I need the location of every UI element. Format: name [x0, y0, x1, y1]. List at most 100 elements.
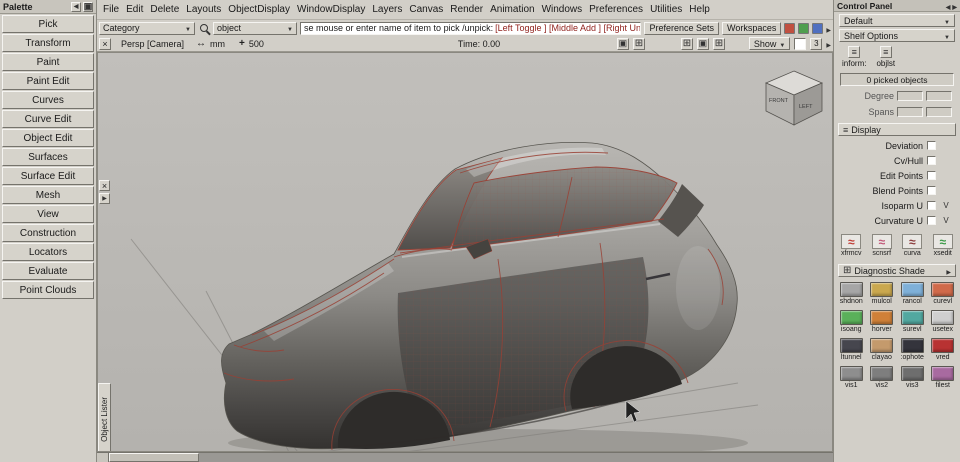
- toolbar-overflow-icon[interactable]: [826, 19, 831, 37]
- inform-shelf-item[interactable]: inform:: [842, 46, 866, 68]
- diagnostic-expand-icon[interactable]: [946, 266, 951, 276]
- camera-label[interactable]: Persp [Camera]: [121, 39, 184, 49]
- palette-item-pick[interactable]: Pick: [2, 15, 94, 33]
- object-lister-tab[interactable]: Object Lister: [98, 383, 111, 451]
- layout-split-icon[interactable]: [712, 37, 725, 50]
- tool-xfrmcv[interactable]: xfrmcv: [836, 232, 867, 259]
- shader-vis2[interactable]: vis2: [867, 363, 898, 391]
- palette-item-paint[interactable]: Paint: [2, 53, 94, 71]
- snap-curve-icon[interactable]: [798, 22, 810, 34]
- frame-count-box[interactable]: 3: [810, 37, 823, 50]
- menu-windows[interactable]: Windows: [542, 4, 583, 15]
- shader-horver[interactable]: horver: [867, 307, 898, 335]
- shelf-options-dropdown[interactable]: Shelf Options: [839, 29, 955, 42]
- viewbar-overflow-icon[interactable]: [826, 39, 831, 49]
- curvature-v-toggle[interactable]: V: [936, 216, 956, 225]
- control-panel-titlebar[interactable]: Control Panel: [834, 0, 960, 12]
- scrollbar-thumb[interactable]: [109, 453, 199, 462]
- tool-xsedit[interactable]: xsedit: [928, 232, 959, 259]
- layout-single-icon[interactable]: [680, 37, 693, 50]
- isoparm-u-checkbox[interactable]: [927, 201, 936, 210]
- palette-item-evaluate[interactable]: Evaluate: [2, 262, 94, 280]
- degree-field-u[interactable]: [897, 90, 923, 101]
- curvature-u-checkbox[interactable]: [927, 216, 936, 225]
- pane-close-icon[interactable]: [99, 180, 110, 191]
- show-menu-button[interactable]: Show: [748, 37, 791, 50]
- panel-prev-icon[interactable]: [946, 1, 951, 11]
- menu-canvas[interactable]: Canvas: [409, 4, 443, 15]
- palette-item-curves[interactable]: Curves: [2, 91, 94, 109]
- object-combo[interactable]: object: [213, 21, 297, 35]
- palette-item-transform[interactable]: Transform: [2, 34, 94, 52]
- display-section-header[interactable]: Display: [838, 123, 956, 136]
- shader-isoang[interactable]: isoang: [836, 307, 867, 335]
- objlst-shelf-item[interactable]: objlst: [876, 46, 895, 68]
- edit-points-checkbox[interactable]: [927, 171, 936, 180]
- layout-quad-icon[interactable]: [696, 37, 709, 50]
- palette-item-surface-edit[interactable]: Surface Edit: [2, 167, 94, 185]
- palette-item-view[interactable]: View: [2, 205, 94, 223]
- menu-utilities[interactable]: Utilities: [650, 4, 682, 15]
- view-cube[interactable]: FRONT LEFT: [764, 70, 824, 126]
- menu-windowdisplay[interactable]: WindowDisplay: [297, 4, 365, 15]
- palette-item-locators[interactable]: Locators: [2, 243, 94, 261]
- shader-ophote[interactable]: :ophote: [897, 335, 928, 363]
- shader-ltunnel[interactable]: ltunnel: [836, 335, 867, 363]
- tool-curva[interactable]: curva: [897, 232, 928, 259]
- palette-item-object-edit[interactable]: Object Edit: [2, 129, 94, 147]
- perspective-viewport[interactable]: Object Lister: [97, 52, 833, 452]
- workspaces-button[interactable]: Workspaces: [722, 21, 782, 35]
- menu-help[interactable]: Help: [689, 4, 710, 15]
- palette-item-construction[interactable]: Construction: [2, 224, 94, 242]
- shader-surevl[interactable]: surevl: [897, 307, 928, 335]
- horizontal-scrollbar[interactable]: [97, 452, 833, 462]
- menu-file[interactable]: File: [103, 4, 119, 15]
- preset-dropdown[interactable]: Default: [839, 14, 955, 27]
- frame-box-icon[interactable]: [794, 37, 807, 50]
- search-icon[interactable]: [200, 24, 208, 32]
- diagnostic-shade-header[interactable]: Diagnostic Shade: [838, 264, 956, 277]
- menu-objectdisplay[interactable]: ObjectDisplay: [228, 4, 290, 15]
- spans-field-v[interactable]: [926, 106, 952, 117]
- pane-expand-icon[interactable]: [99, 193, 110, 204]
- close-view-icon[interactable]: [99, 37, 111, 50]
- palette-item-mesh[interactable]: Mesh: [2, 186, 94, 204]
- palette-item-point-clouds[interactable]: Point Clouds: [2, 281, 94, 299]
- shader-shdnon[interactable]: shdnon: [836, 279, 867, 307]
- menu-edit[interactable]: Edit: [126, 4, 143, 15]
- shader-clayao[interactable]: clayao: [867, 335, 898, 363]
- shader-vis3[interactable]: vis3: [897, 363, 928, 391]
- blend-points-checkbox[interactable]: [927, 186, 936, 195]
- car-model[interactable]: [221, 142, 738, 451]
- menu-render[interactable]: Render: [450, 4, 483, 15]
- menu-animation[interactable]: Animation: [490, 4, 534, 15]
- palette-item-curve-edit[interactable]: Curve Edit: [2, 110, 94, 128]
- isoparm-v-toggle[interactable]: V: [936, 201, 956, 210]
- shader-curevl[interactable]: curevl: [928, 279, 959, 307]
- menu-preferences[interactable]: Preferences: [589, 4, 643, 15]
- spans-field-u[interactable]: [897, 106, 923, 117]
- panel-next-icon[interactable]: [952, 1, 957, 11]
- deviation-checkbox[interactable]: [927, 141, 936, 150]
- render-view-icon[interactable]: [616, 37, 629, 50]
- cvhull-checkbox[interactable]: [927, 156, 936, 165]
- shade-view-icon[interactable]: [632, 37, 645, 50]
- menu-layers[interactable]: Layers: [372, 4, 402, 15]
- palette-item-paint-edit[interactable]: Paint Edit: [2, 72, 94, 90]
- shader-vred[interactable]: vred: [928, 335, 959, 363]
- palette-window-icon[interactable]: [83, 1, 93, 12]
- preference-sets-button[interactable]: Preference Sets: [644, 21, 720, 35]
- snap-point-icon[interactable]: [812, 22, 824, 34]
- palette-titlebar[interactable]: Palette: [0, 0, 96, 14]
- shader-mulcol[interactable]: mulcol: [867, 279, 898, 307]
- palette-item-surfaces[interactable]: Surfaces: [2, 148, 94, 166]
- degree-field-v[interactable]: [926, 90, 952, 101]
- menu-layouts[interactable]: Layouts: [186, 4, 221, 15]
- grid-size-value[interactable]: 500: [249, 39, 264, 49]
- menu-delete[interactable]: Delete: [150, 4, 179, 15]
- shader-usetex[interactable]: usetex: [928, 307, 959, 335]
- shader-rancol[interactable]: rancol: [897, 279, 928, 307]
- snap-grid-icon[interactable]: [784, 22, 796, 34]
- viewport-canvas[interactable]: FRONT LEFT: [98, 53, 833, 452]
- tool-scnsrf[interactable]: scnsrf: [867, 232, 898, 259]
